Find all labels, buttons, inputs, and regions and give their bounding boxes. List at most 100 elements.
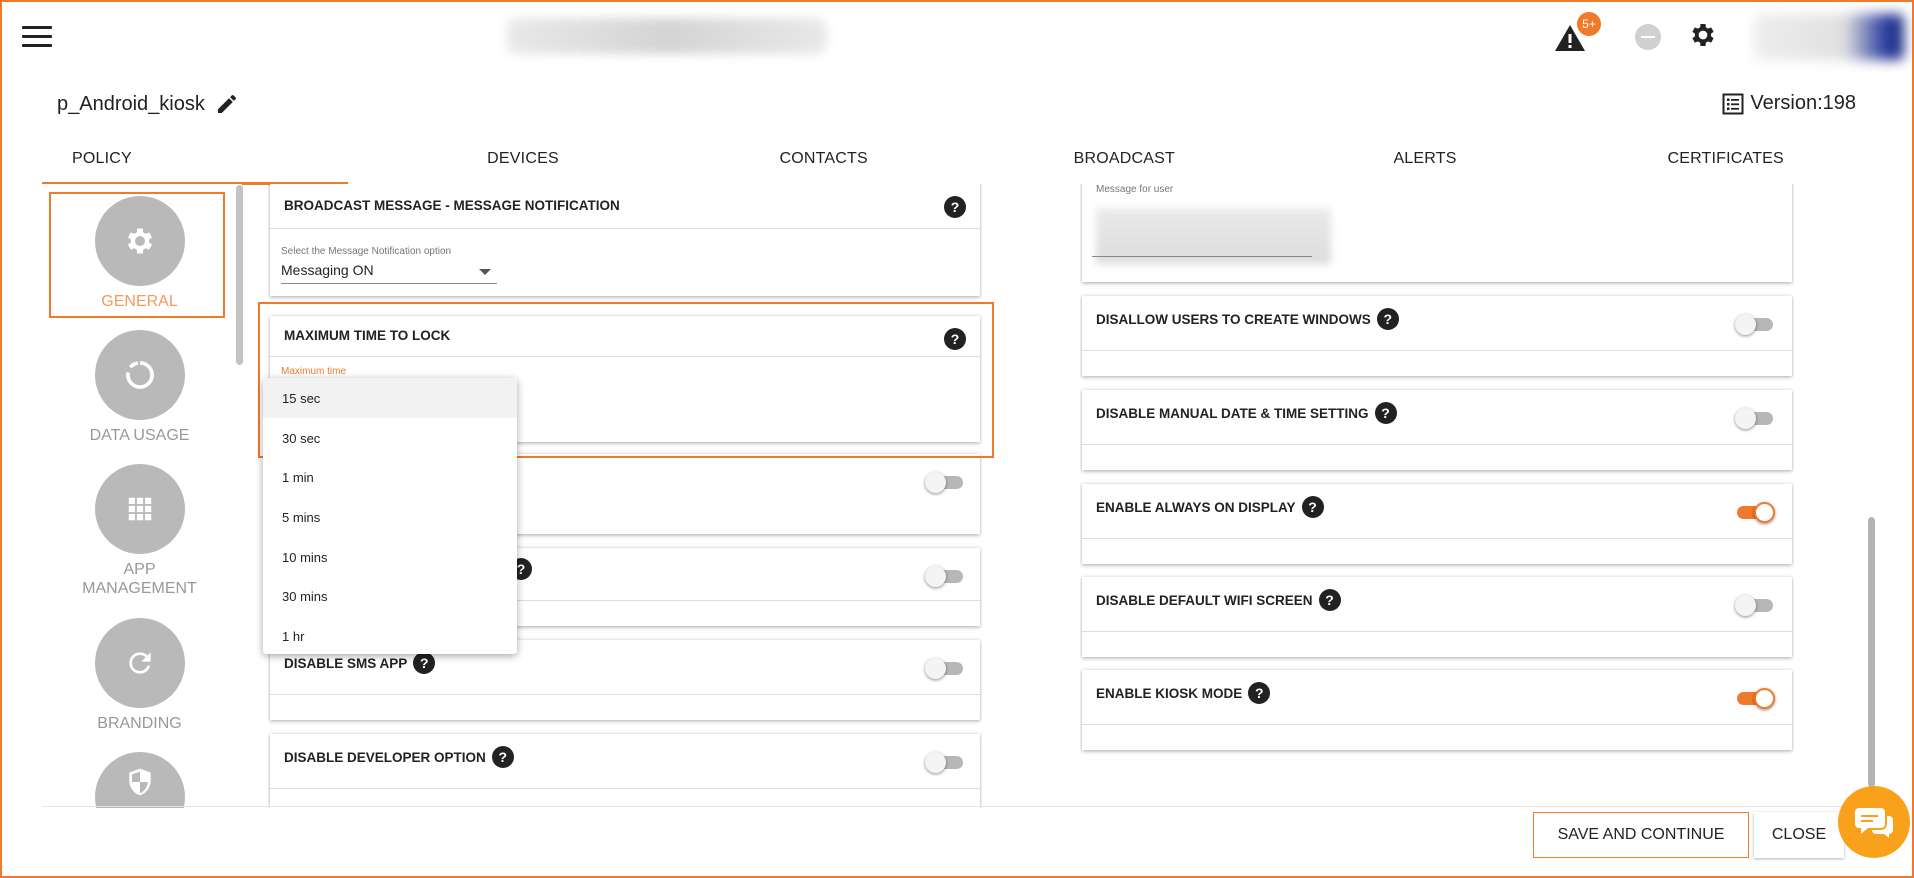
menu-icon[interactable] [22, 26, 52, 48]
setting-toggle[interactable] [925, 472, 965, 493]
card-title-text: DISABLE MANUAL DATE & TIME SETTING [1096, 405, 1369, 421]
card-divider [1082, 724, 1792, 725]
tab-contacts[interactable]: CONTACTS [673, 142, 974, 184]
content-scrollbar[interactable] [1868, 517, 1875, 787]
version-indicator: Version:198 [1722, 92, 1856, 115]
card-title: MAXIMUM TIME TO LOCK [284, 328, 450, 343]
max-time-dropdown-menu[interactable]: 15 sec 30 sec 1 min 5 mins 10 mins 30 mi… [263, 378, 517, 654]
tab-bar: POLICY DEVICES CONTACTS BROADCAST ALERTS… [42, 142, 1876, 184]
save-and-continue-button[interactable]: SAVE AND CONTINUE [1533, 812, 1749, 858]
help-icon[interactable]: ? [944, 328, 966, 350]
card-title: DISABLE DEFAULT WIFI SCREEN? [1096, 589, 1341, 611]
grid-apps-icon [128, 497, 151, 521]
card-divider [1082, 444, 1792, 445]
disable-default-wifi-screen-toggle[interactable] [1735, 595, 1775, 616]
avatar[interactable] [1754, 14, 1904, 60]
card-title: DISABLE DEVELOPER OPTION? [284, 746, 514, 768]
card-title-text: ENABLE KIOSK MODE [1096, 685, 1243, 701]
card-divider [270, 694, 980, 695]
help-icon[interactable]: ? [1301, 496, 1324, 518]
sidebar-item-branding[interactable]: BRANDING [42, 618, 237, 733]
nav-circle [94, 330, 185, 420]
tab-certificates[interactable]: CERTIFICATES [1575, 142, 1876, 184]
card-divider [1082, 538, 1792, 539]
select-value: Messaging ON [281, 262, 374, 278]
card-divider [270, 228, 980, 229]
card-divider [1082, 350, 1792, 351]
help-icon[interactable]: ? [1374, 402, 1397, 424]
dropdown-option[interactable]: 15 sec [263, 378, 517, 418]
enable-always-on-display-toggle[interactable] [1735, 502, 1775, 523]
card-divider [270, 356, 980, 357]
sidebar-item-general[interactable]: GENERAL [42, 196, 237, 311]
tab-devices[interactable]: DEVICES [373, 142, 674, 184]
settings-gear-icon [127, 228, 152, 254]
close-button[interactable]: CLOSE [1754, 812, 1844, 858]
card-title-text: DISABLE DEFAULT WIFI SCREEN [1096, 592, 1313, 608]
card-title: BROADCAST MESSAGE - MESSAGE NOTIFICATION [284, 198, 620, 213]
disable-sms-toggle[interactable] [925, 658, 965, 679]
disable-manual-date-time-toggle[interactable] [1735, 408, 1775, 429]
card-title: DISABLE MANUAL DATE & TIME SETTING? [1096, 402, 1397, 424]
list-icon [1722, 93, 1744, 114]
tab-broadcast[interactable]: BROADCAST [974, 142, 1275, 184]
dropdown-option[interactable]: 1 min [263, 457, 517, 497]
help-icon[interactable]: ? [944, 196, 966, 218]
disallow-create-windows-card: DISALLOW USERS TO CREATE WINDOWS? [1082, 296, 1792, 376]
chat-button[interactable] [1838, 786, 1910, 858]
message-for-user-card: Message for user [1082, 184, 1792, 282]
help-icon[interactable]: ? [491, 746, 514, 768]
disable-default-wifi-screen-card: DISABLE DEFAULT WIFI SCREEN? [1082, 577, 1792, 657]
policy-name: p_Android_kiosk [57, 92, 205, 115]
nav-circle [94, 618, 185, 708]
sidebar-item-app-management[interactable]: APP MANAGEMENT [42, 464, 237, 598]
broadcast-notification-card: BROADCAST MESSAGE - MESSAGE NOTIFICATION… [270, 184, 980, 296]
alert-count-badge: 5+ [1577, 12, 1601, 36]
status-indicator [1635, 24, 1661, 50]
disable-manual-date-time-card: DISABLE MANUAL DATE & TIME SETTING? [1082, 390, 1792, 470]
shield-icon [128, 768, 151, 796]
dropdown-option[interactable]: 5 mins [263, 497, 517, 537]
settings-column-right: Message for user DISALLOW USERS TO CREAT… [1080, 184, 1794, 808]
setting-toggle[interactable] [925, 566, 965, 587]
policy-sidebar: GENERAL DATA USAGE APP MANAGEMENT BRANDI… [42, 184, 242, 808]
sidebar-item-security[interactable] [42, 752, 237, 808]
input-underline [1092, 256, 1312, 257]
help-icon[interactable]: ? [1376, 308, 1399, 330]
nav-label-line: APP [123, 561, 156, 578]
message-notification-select[interactable]: Messaging ON [281, 262, 497, 284]
disable-developer-toggle[interactable] [925, 752, 965, 773]
sidebar-item-label: APP MANAGEMENT [42, 560, 237, 598]
card-title-text: MAXIMUM TIME TO LOCK [284, 328, 451, 343]
tab-alerts[interactable]: ALERTS [1275, 142, 1576, 184]
dropdown-option[interactable]: 10 mins [263, 537, 517, 577]
sidebar-item-data-usage[interactable]: DATA USAGE [42, 330, 237, 445]
help-icon[interactable]: ? [1248, 682, 1271, 704]
card-title-text: BROADCAST MESSAGE - MESSAGE NOTIFICATION [284, 198, 620, 213]
dropdown-option[interactable]: 30 sec [263, 418, 517, 458]
edit-pencil-icon[interactable] [215, 92, 239, 116]
select-label: Select the Message Notification option [281, 246, 452, 257]
card-title-text: ENABLE ALWAYS ON DISPLAY [1096, 499, 1296, 515]
blurred-title [507, 18, 827, 54]
field-label: Message for user [1096, 184, 1174, 195]
disable-developer-option-card: DISABLE DEVELOPER OPTION? [270, 734, 980, 808]
top-bar: 5+ [2, 2, 1912, 72]
nav-circle [94, 752, 185, 808]
enable-kiosk-mode-toggle[interactable] [1735, 688, 1775, 709]
help-icon[interactable]: ? [1318, 589, 1341, 611]
card-title: DISALLOW USERS TO CREATE WINDOWS? [1096, 308, 1399, 330]
disallow-create-windows-toggle[interactable] [1735, 314, 1775, 335]
dropdown-option[interactable]: 30 mins [263, 576, 517, 616]
app-window: 5+ p_Android_kiosk Version:198 POLICY DE… [0, 0, 1914, 878]
policy-header: p_Android_kiosk [57, 92, 239, 116]
card-divider [270, 788, 980, 789]
dropdown-option[interactable]: 1 hr [263, 616, 517, 656]
tab-policy[interactable]: POLICY [42, 142, 373, 184]
sidebar-scrollbar[interactable] [236, 185, 243, 365]
sidebar-item-label: DATA USAGE [89, 427, 190, 444]
gear-icon[interactable] [1688, 20, 1718, 50]
card-title-text: DISALLOW USERS TO CREATE WINDOWS [1096, 311, 1371, 327]
message-for-user-input[interactable] [1090, 196, 1331, 264]
card-title: ENABLE ALWAYS ON DISPLAY? [1096, 496, 1324, 518]
